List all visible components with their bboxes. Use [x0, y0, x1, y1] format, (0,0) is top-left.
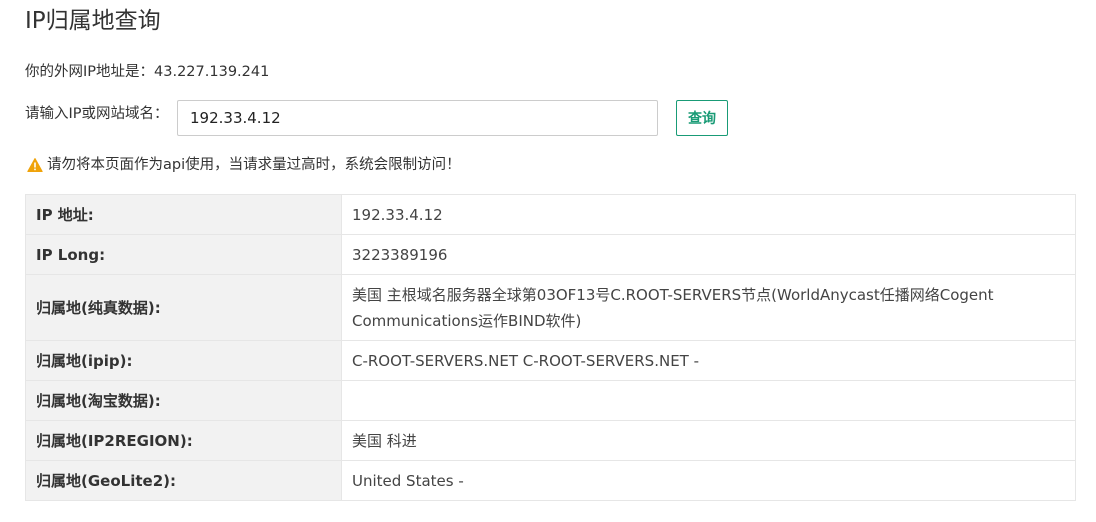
row-key: 归属地(IP2REGION):: [25, 420, 342, 461]
row-key: 归属地(纯真数据):: [25, 274, 342, 341]
row-value: United States -: [341, 460, 1076, 501]
row-value: 192.33.4.12: [341, 194, 1076, 235]
query-form: 请输入IP或网站域名： 查询: [25, 100, 745, 136]
query-button[interactable]: 查询: [676, 100, 728, 136]
rate-limit-warning: 请勿将本页面作为api使用，当请求量过高时，系统会限制访问！: [27, 153, 461, 177]
table-row: 归属地(IP2REGION): 美国 科进: [25, 420, 1076, 461]
row-key: 归属地(淘宝数据):: [25, 380, 342, 421]
warning-text: 请勿将本页面作为api使用，当请求量过高时，系统会限制访问！: [47, 157, 461, 173]
row-key: 归属地(GeoLite2):: [25, 460, 342, 501]
row-value: 3223389196: [341, 234, 1076, 275]
table-row: IP Long: 3223389196: [25, 234, 1076, 275]
table-row: 归属地(淘宝数据):: [25, 380, 1076, 421]
ip-or-domain-input[interactable]: [177, 100, 658, 136]
my-ip-text: 你的外网IP地址是：43.227.139.241: [25, 64, 270, 80]
page-title: IP归属地查询: [25, 8, 161, 34]
row-value: 美国 主根域名服务器全球第03OF13号C.ROOT-SERVERS节点(Wor…: [341, 274, 1076, 341]
table-row: 归属地(ipip): C-ROOT-SERVERS.NET C-ROOT-SER…: [25, 340, 1076, 381]
query-label: 请输入IP或网站域名：: [25, 106, 169, 122]
warning-icon: [27, 158, 43, 172]
ip-lookup-page: IP归属地查询 你的外网IP地址是：43.227.139.241 请输入IP或网…: [0, 0, 1096, 522]
row-key: IP Long:: [25, 234, 342, 275]
table-row: IP 地址: 192.33.4.12: [25, 194, 1076, 235]
row-value: C-ROOT-SERVERS.NET C-ROOT-SERVERS.NET -: [341, 340, 1076, 381]
table-row: 归属地(纯真数据): 美国 主根域名服务器全球第03OF13号C.ROOT-SE…: [25, 274, 1076, 341]
row-key: IP 地址:: [25, 194, 342, 235]
row-key: 归属地(ipip):: [25, 340, 342, 381]
table-row: 归属地(GeoLite2): United States -: [25, 460, 1076, 501]
row-value: [341, 380, 1076, 421]
row-value: 美国 科进: [341, 420, 1076, 461]
result-table: IP 地址: 192.33.4.12 IP Long: 3223389196 归…: [25, 194, 1076, 501]
